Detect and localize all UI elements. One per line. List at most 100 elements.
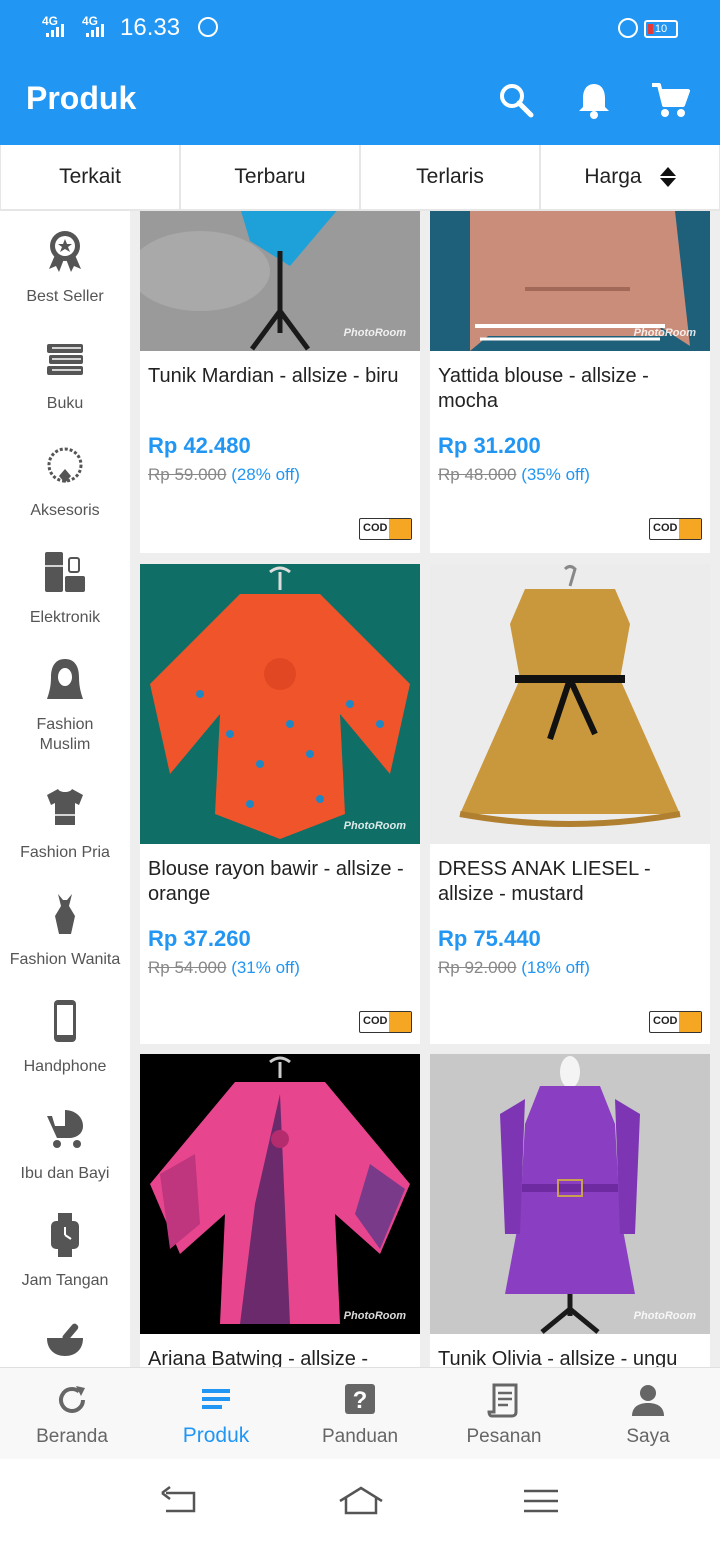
product-name: Yattida blouse - allsize - mocha (438, 365, 649, 412)
category-herbal[interactable] (0, 1320, 130, 1367)
product-card[interactable]: PhotoRoom Blouse rayon bawir - allsize -… (140, 564, 420, 1044)
smartphone-icon (54, 1000, 76, 1042)
category-fashion-pria[interactable]: Fashion Pria (0, 785, 130, 875)
sort-tab-label: Terkait (59, 165, 121, 188)
cod-badge: COD (649, 1011, 702, 1033)
category-buku[interactable]: Buku (0, 336, 130, 426)
whatsapp-icon (198, 17, 218, 37)
product-image: PhotoRoom (140, 564, 420, 844)
category-label: Ibu dan Bayi (20, 1165, 110, 1182)
nav-label: Panduan (321, 1426, 399, 1447)
page-title: Produk (26, 80, 137, 116)
nav-label: Pesanan (466, 1426, 542, 1447)
category-handphone[interactable]: Handphone (0, 999, 130, 1089)
battery-level: 10 (654, 23, 668, 35)
menu-icon[interactable] (522, 1483, 562, 1519)
category-label: Jam Tangan (21, 1272, 109, 1289)
refresh-icon (59, 1386, 85, 1413)
product-image: PhotoRoom (140, 1054, 420, 1334)
nav-panduan[interactable]: ? Panduan (288, 1368, 432, 1459)
mortar-pestle-icon (47, 1323, 83, 1356)
product-image: PhotoRoom (430, 211, 710, 351)
product-name: DRESS ANAK LIESEL - allsize - mustard (438, 858, 651, 905)
product-price: Rp 42.480 (148, 433, 251, 458)
product-name: Blouse rayon bawir - allsize - orange (148, 858, 404, 905)
necklace-icon (47, 447, 83, 483)
cod-badge: COD (649, 518, 702, 540)
category-label: Aksesoris (30, 502, 100, 519)
nav-label: Saya (626, 1426, 670, 1447)
alarm-icon (618, 18, 638, 38)
category-best-seller[interactable]: Best Seller (0, 229, 130, 319)
home-icon[interactable] (338, 1483, 384, 1519)
list-icon (202, 1389, 230, 1409)
watermark: PhotoRoom (343, 327, 406, 339)
electronics-icon (45, 552, 85, 592)
sort-tab-harga[interactable]: Harga (540, 145, 720, 209)
bell-icon[interactable] (574, 80, 614, 120)
svg-text:?: ? (353, 1387, 368, 1414)
hijab-icon (47, 659, 83, 699)
nav-beranda[interactable]: Beranda (0, 1368, 144, 1459)
category-label: Fashion Muslim (36, 716, 94, 753)
sort-tab-label: Terbaru (234, 165, 306, 188)
clock: 16.33 (120, 14, 181, 41)
search-icon[interactable] (496, 80, 536, 120)
product-card[interactable]: PhotoRoom Tunik Mardian - allsize - biru… (140, 211, 420, 553)
product-card[interactable]: DRESS ANAK LIESEL - allsize - mustard Rp… (430, 564, 710, 1044)
product-card[interactable]: PhotoRoom Tunik Olivia - allsize - ungu (430, 1054, 710, 1367)
tshirt-icon (47, 789, 83, 825)
original-price: Rp 92.000 (438, 958, 517, 977)
sort-tab-terlaris[interactable]: Terlaris (360, 145, 540, 209)
system-navigation (0, 1459, 720, 1544)
category-ibu-dan-bayi[interactable]: Ibu dan Bayi (0, 1106, 130, 1196)
stroller-icon (47, 1110, 83, 1148)
discount-label: (18% off) (521, 958, 590, 977)
category-label: Best Seller (26, 288, 104, 305)
category-jam-tangan[interactable]: Jam Tangan (0, 1213, 130, 1303)
nav-pesanan[interactable]: Pesanan (432, 1368, 576, 1459)
watermark: PhotoRoom (343, 820, 406, 832)
best-seller-badge-icon (49, 231, 81, 272)
product-image (430, 564, 710, 844)
bottom-navigation: Beranda Produk ? Panduan Pesanan Saya (0, 1367, 720, 1459)
category-sidebar: Best Seller Buku Aksesoris Elektronik Fa… (0, 211, 130, 1367)
cod-label: COD (653, 522, 678, 534)
delivery-truck-icon (389, 1012, 411, 1032)
cod-badge: COD (359, 1011, 412, 1033)
cod-label: COD (363, 522, 388, 534)
product-name: Tunik Mardian - allsize - biru (148, 365, 399, 387)
original-price: Rp 54.000 (148, 958, 227, 977)
original-price: Rp 59.000 (148, 465, 227, 484)
product-card[interactable]: PhotoRoom Yattida blouse - allsize - moc… (430, 211, 710, 553)
original-price: Rp 48.000 (438, 465, 517, 484)
cod-label: COD (363, 1015, 388, 1027)
discount-label: (35% off) (521, 465, 590, 484)
cart-icon[interactable] (650, 80, 690, 120)
category-aksesoris[interactable]: Aksesoris (0, 443, 130, 533)
sort-tab-label: Harga (584, 165, 642, 188)
product-name: Ariana Batwing - allsize - (148, 1348, 369, 1367)
watermark: PhotoRoom (343, 1310, 406, 1322)
nav-produk[interactable]: Produk (144, 1368, 288, 1459)
sort-tab-terbaru[interactable]: Terbaru (180, 145, 360, 209)
category-elektronik[interactable]: Elektronik (0, 550, 130, 640)
category-fashion-muslim[interactable]: Fashion Muslim (0, 657, 130, 757)
product-name: Tunik Olivia - allsize - ungu (438, 1348, 678, 1367)
status-bar: 4G 4G 16.33 10 (0, 0, 720, 56)
category-label: Fashion Wanita (9, 951, 121, 968)
sort-updown-icon (659, 167, 676, 187)
delivery-truck-icon (389, 519, 411, 539)
product-price: Rp 75.440 (438, 926, 541, 951)
category-label: Buku (46, 395, 84, 412)
product-image: PhotoRoom (140, 211, 420, 351)
product-grid: PhotoRoom Tunik Mardian - allsize - biru… (130, 211, 720, 1367)
category-fashion-wanita[interactable]: Fashion Wanita (0, 892, 130, 982)
delivery-truck-icon (679, 519, 701, 539)
nav-saya[interactable]: Saya (576, 1368, 720, 1459)
sort-tab-terkait[interactable]: Terkait (0, 145, 180, 209)
product-card[interactable]: PhotoRoom Ariana Batwing - allsize - (140, 1054, 420, 1367)
category-label: Handphone (23, 1058, 107, 1075)
back-icon[interactable] (160, 1483, 200, 1519)
cod-label: COD (653, 1015, 678, 1027)
